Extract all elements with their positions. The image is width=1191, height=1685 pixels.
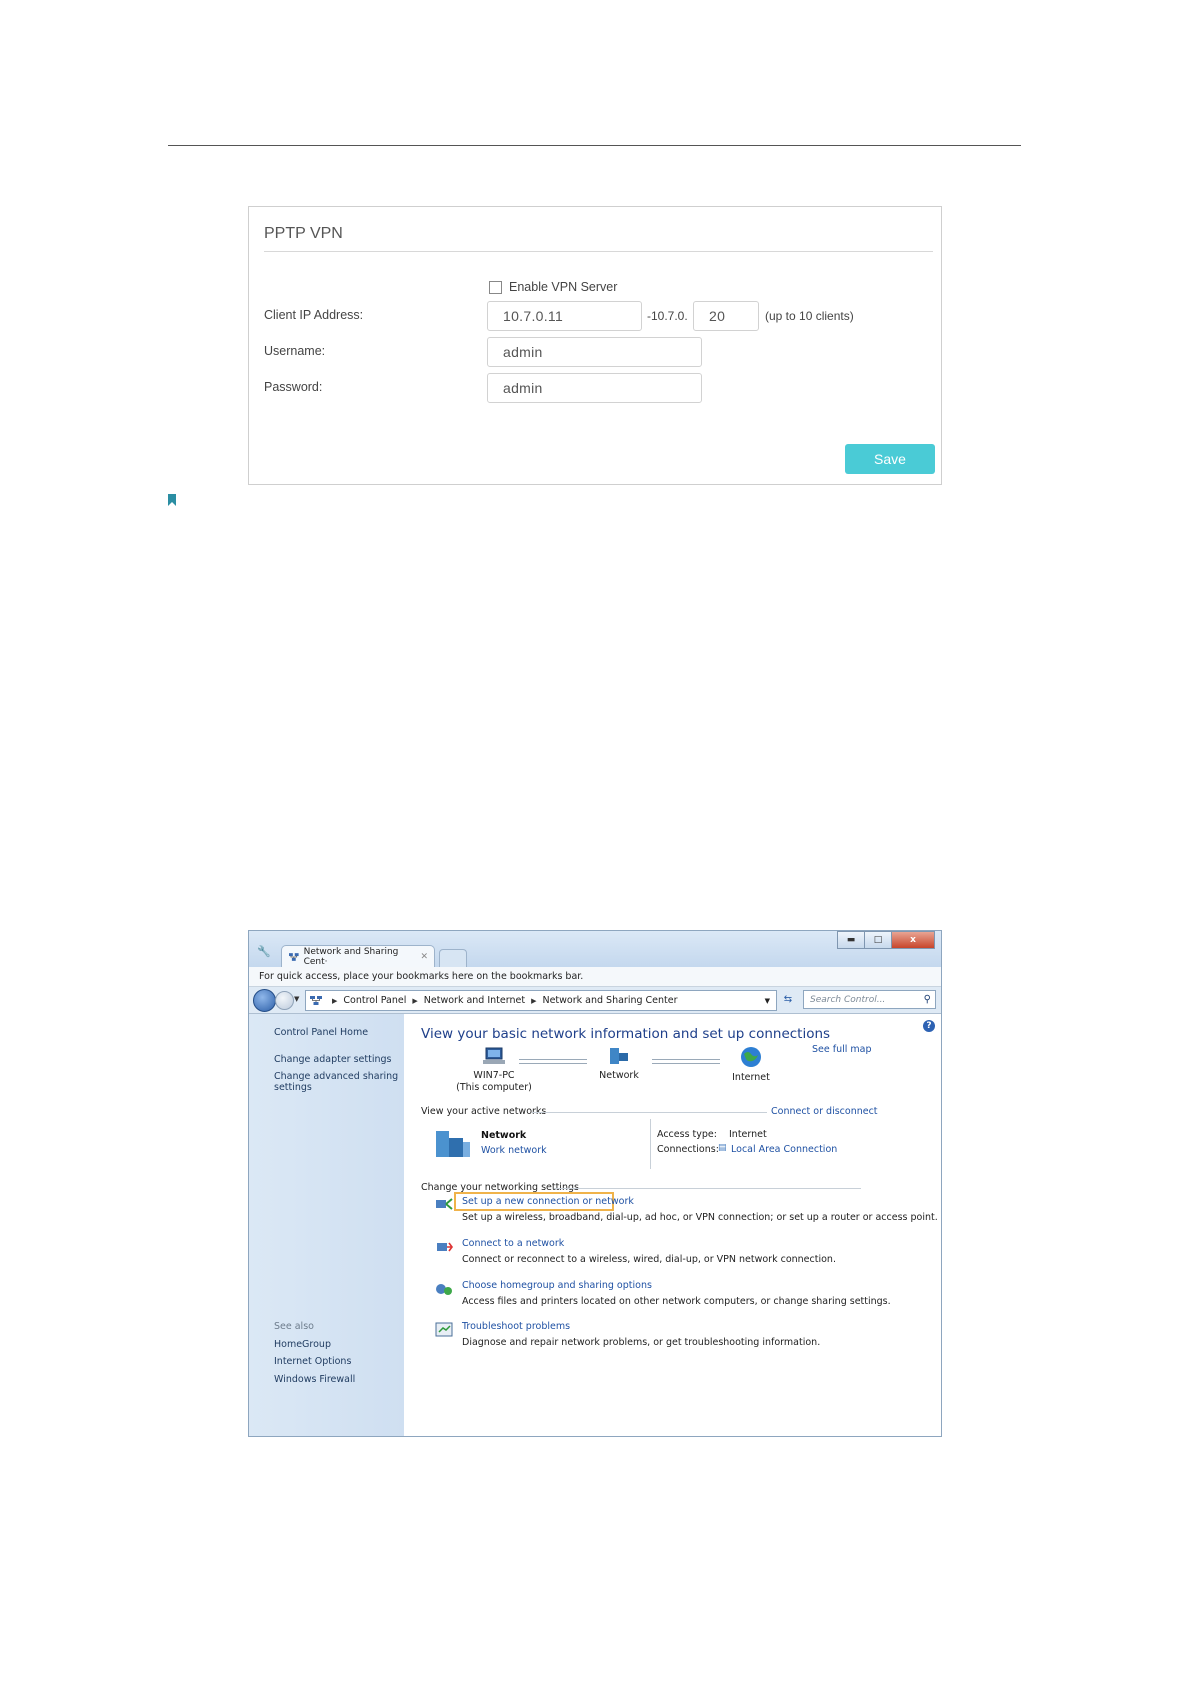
client-ip-end-input[interactable]: 20 (693, 301, 759, 331)
lan-connection-icon: ▤ (718, 1143, 727, 1153)
page-top-rule (168, 145, 1021, 146)
network-center-icon (289, 953, 299, 961)
clients-note: (up to 10 clients) (765, 309, 854, 323)
back-button[interactable] (253, 989, 276, 1012)
tab-close-icon[interactable]: ✕ (420, 952, 428, 962)
left-navigation-pane: Control Panel Home Change adapter settin… (249, 1014, 404, 1436)
save-button[interactable]: Save (845, 444, 935, 474)
tab-title: Network and Sharing Cent· (303, 947, 399, 967)
advanced-sharing-line1: Change advanced sharing (274, 1071, 399, 1082)
task-connect-network-link[interactable]: Connect to a network (462, 1238, 564, 1249)
local-area-connection-link[interactable]: Local Area Connection (731, 1144, 837, 1155)
breadcrumb-control-panel[interactable]: Control Panel (343, 995, 406, 1006)
username-input[interactable]: admin (487, 337, 702, 367)
globe-icon (741, 1047, 761, 1067)
breadcrumb-arrow-icon: ▶ (412, 996, 418, 1005)
page-heading: View your basic network information and … (421, 1026, 831, 1042)
sidebar-internet-options[interactable]: Internet Options (274, 1356, 351, 1367)
username-label: Username: (264, 344, 326, 358)
troubleshoot-icon (435, 1322, 453, 1337)
refresh-icon[interactable]: ⇆ (779, 990, 797, 1009)
bookmarks-bar: For quick access, place your bookmarks h… (249, 967, 941, 987)
breadcrumb-network-internet[interactable]: Network and Internet (424, 995, 525, 1006)
task-setup-connection-desc: Set up a wireless, broadband, dial-up, a… (462, 1212, 938, 1223)
sidebar-change-advanced-sharing[interactable]: Change advanced sharing settings (274, 1071, 398, 1093)
checkbox-box[interactable] (489, 280, 502, 294)
breadcrumb-network-sharing[interactable]: Network and Sharing Center (542, 995, 677, 1006)
client-ip-start-input[interactable]: 10.7.0.11 (487, 301, 642, 331)
section-divider (532, 1112, 767, 1113)
new-connection-icon (436, 1198, 453, 1210)
wrench-icon[interactable]: 🔧 (257, 945, 271, 958)
connections-label: Connections: (657, 1144, 719, 1155)
internet-label: Internet (732, 1072, 770, 1083)
breadcrumb-arrow-icon: ▶ (332, 996, 338, 1005)
new-tab-button[interactable] (439, 949, 467, 968)
enable-vpn-checkbox[interactable]: Enable VPN Server (489, 280, 617, 294)
pc-name: WIN7-PC (473, 1070, 515, 1081)
task-setup-connection-link[interactable]: Set up a new connection or network (462, 1196, 634, 1207)
see-full-map-link[interactable]: See full map (812, 1044, 872, 1055)
node-this-computer[interactable]: WIN7-PC (This computer) (449, 1046, 539, 1094)
access-type-label: Access type: (657, 1129, 717, 1140)
network-label: Network (599, 1070, 639, 1081)
sidebar-windows-firewall[interactable]: Windows Firewall (274, 1374, 355, 1385)
map-link-line (652, 1059, 720, 1064)
sidebar-control-panel-home[interactable]: Control Panel Home (274, 1027, 368, 1038)
homegroup-icon (436, 1284, 452, 1295)
advanced-sharing-line2: settings (274, 1082, 312, 1093)
task-homegroup-desc: Access files and printers located on oth… (462, 1296, 891, 1307)
address-row: ▼ ▶ Control Panel ▶ Network and Internet… (249, 987, 941, 1014)
address-bar[interactable]: ▶ Control Panel ▶ Network and Internet ▶… (305, 990, 777, 1011)
task-connect-network-desc: Connect or reconnect to a wireless, wire… (462, 1254, 836, 1265)
node-network[interactable]: Network (594, 1046, 644, 1082)
map-link-line (519, 1059, 587, 1064)
help-icon[interactable]: ? (923, 1020, 935, 1032)
window-controls: ▬ □ x (837, 931, 935, 949)
title-divider (264, 251, 933, 252)
computer-icon (483, 1047, 505, 1064)
forward-button[interactable] (275, 991, 294, 1010)
access-type-value: Internet (729, 1129, 767, 1140)
pptp-vpn-panel: PPTP VPN Enable VPN Server Client IP Add… (248, 206, 942, 485)
minimize-button[interactable]: ▬ (837, 931, 865, 949)
client-ip-label: Client IP Address: (264, 308, 364, 322)
password-input[interactable]: admin (487, 373, 702, 403)
vertical-divider (650, 1119, 651, 1169)
breadcrumb-arrow-icon: ▶ (531, 996, 537, 1005)
enable-vpn-label: Enable VPN Server (509, 280, 618, 294)
history-dropdown-icon[interactable]: ▼ (294, 995, 299, 1003)
browser-tab[interactable]: Network and Sharing Cent· ✕ (281, 945, 435, 968)
network-building-icon (436, 1131, 470, 1157)
close-button[interactable]: x (891, 931, 935, 949)
see-also-heading: See also (274, 1321, 314, 1332)
connect-disconnect-link[interactable]: Connect or disconnect (771, 1106, 878, 1117)
sidebar-change-adapter[interactable]: Change adapter settings (274, 1054, 391, 1065)
password-label: Password: (264, 380, 323, 394)
ip-range-separator: -10.7.0. (647, 309, 688, 323)
active-network-name: Network (481, 1130, 527, 1141)
search-icon[interactable]: ⚲ (924, 994, 931, 1005)
section-divider (554, 1188, 861, 1189)
address-dropdown-icon[interactable]: ▼ (765, 997, 770, 1005)
note-bookmark-icon (168, 494, 176, 506)
task-troubleshoot-desc: Diagnose and repair network problems, or… (462, 1337, 821, 1348)
search-input[interactable]: Search Control... ⚲ (803, 990, 936, 1009)
network-icon (610, 1048, 628, 1064)
main-content: ? View your basic network information an… (404, 1014, 941, 1436)
active-networks-title: View your active networks (421, 1106, 547, 1117)
node-internet[interactable]: Internet (726, 1046, 776, 1084)
task-homegroup-link[interactable]: Choose homegroup and sharing options (462, 1280, 652, 1291)
connect-network-icon (437, 1242, 453, 1252)
panel-title: PPTP VPN (264, 225, 343, 242)
task-troubleshoot-link[interactable]: Troubleshoot problems (462, 1321, 570, 1332)
network-type-link[interactable]: Work network (481, 1145, 547, 1156)
sidebar-homegroup[interactable]: HomeGroup (274, 1339, 331, 1350)
network-sharing-window: 🔧 Network and Sharing Cent· ✕ ▬ □ x For … (248, 930, 942, 1437)
pc-sub: (This computer) (456, 1082, 532, 1093)
search-placeholder: Search Control... (810, 994, 886, 1005)
maximize-button[interactable]: □ (864, 931, 892, 949)
window-titlebar: 🔧 Network and Sharing Cent· ✕ ▬ □ x (249, 931, 941, 968)
control-panel-icon (310, 996, 322, 1005)
